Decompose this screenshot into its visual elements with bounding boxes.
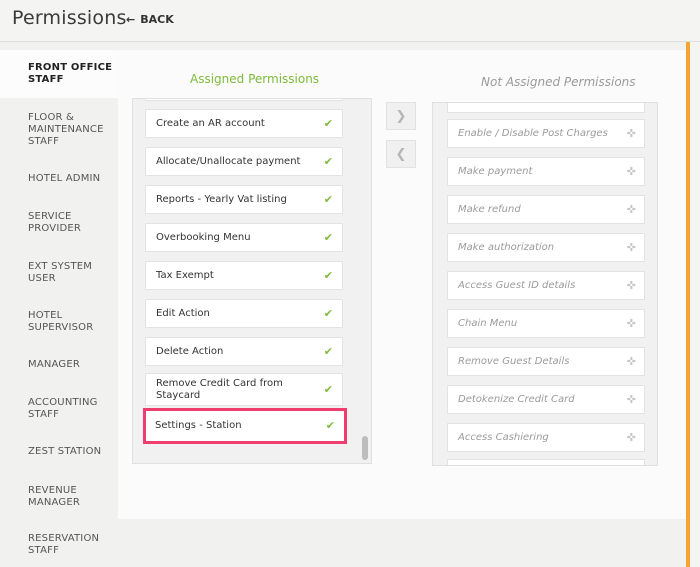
list-item[interactable]: Make refund ✜ [447,195,645,224]
sidebar-item-ext-system-user[interactable]: EXT SYSTEM USER [0,261,118,285]
permission-label: Create an AR account [156,117,265,129]
list-item[interactable]: Delete Action ✔ [145,337,343,366]
check-icon: ✔ [323,344,333,358]
sidebar-item-front-office-staff[interactable]: FRONT OFFICE STAFF [0,50,118,98]
list-item[interactable]: Enable / Disable Post Charges ✜ [447,119,645,148]
page-header: Permissions ← BACK [0,0,700,42]
list-item[interactable]: Tax Exempt ✔ [145,261,343,290]
page-scrollbar[interactable] [690,42,700,567]
sidebar-item-floor-maintenance-staff[interactable]: FLOOR & MAINTENANCE STAFF [0,112,118,148]
list-item-selected[interactable]: Settings - Station ✔ [143,408,347,444]
permission-label: Enable / Disable Post Charges [458,127,608,139]
not-assigned-permissions-title: Not Assigned Permissions [481,75,636,89]
permission-label: Make authorization [458,241,555,253]
list-item[interactable]: Make payment ✜ [447,157,645,186]
drag-handle-icon[interactable]: ✜ [627,317,636,330]
back-button[interactable]: ← BACK [126,13,174,26]
drag-handle-icon[interactable]: ✜ [627,241,636,254]
list-item[interactable]: Reports - Yearly Vat listing ✔ [145,185,343,214]
assigned-scrollbar[interactable] [362,436,368,460]
sidebar-item-hotel-admin[interactable]: HOTEL ADMIN [0,173,118,185]
list-item[interactable]: Detokenize Credit Card ✜ [447,385,645,414]
permission-label: Access Cashiering [458,431,549,443]
list-item[interactable]: Remove Guest Details ✜ [447,347,645,376]
check-icon: ✔ [323,116,333,130]
drag-handle-icon[interactable]: ✜ [627,203,636,216]
drag-handle-icon[interactable]: ✜ [627,279,636,292]
sidebar-item-manager[interactable]: MANAGER [0,359,118,371]
list-item[interactable]: Overbooking Menu ✔ [145,223,343,252]
permission-label: Make payment [458,165,533,177]
chevron-left-icon: ❮ [395,146,407,162]
list-item[interactable]: Chain Menu ✜ [447,309,645,338]
assigned-permissions-list[interactable]: Create an AR account ✔ Allocate/Unalloca… [132,98,372,464]
arrow-left-icon: ← [126,13,136,26]
list-item[interactable]: Allocate/Unallocate payment ✔ [145,147,343,176]
permission-label: Chain Menu [458,317,518,329]
list-item[interactable]: Create an AR account ✔ [145,109,343,138]
list-item[interactable]: Edit Action ✔ [145,299,343,328]
check-icon: ✔ [323,268,333,282]
list-item[interactable]: Remove Credit Card from Staycard ✔ [145,373,343,406]
permission-label: Tax Exempt [156,269,214,281]
chevron-right-icon: ❯ [395,108,407,124]
drag-handle-icon[interactable]: ✜ [627,393,636,406]
check-icon: ✔ [323,192,333,206]
drag-handle-icon[interactable]: ✜ [627,431,636,444]
back-label: BACK [140,13,174,26]
permission-label: Make refund [458,203,521,215]
list-item[interactable]: Access Cashiering ✜ [447,423,645,452]
drag-handle-icon[interactable]: ✜ [627,355,636,368]
assigned-permissions-title: Assigned Permissions [190,72,320,86]
check-icon: ✔ [323,154,333,168]
list-item[interactable]: Access Guest ID details ✜ [447,271,645,300]
check-icon: ✔ [325,419,335,432]
drag-handle-icon[interactable]: ✜ [627,165,636,178]
not-assigned-permissions-list[interactable]: Enable / Disable Post Charges ✜ Make pay… [432,102,658,466]
sidebar-item-hotel-supervisor[interactable]: HOTEL SUPERVISOR [0,310,118,334]
drag-handle-icon[interactable]: ✜ [627,127,636,140]
permission-label: Allocate/Unallocate payment [156,155,301,167]
list-item[interactable] [447,103,645,113]
permission-label: Remove Credit Card from Staycard [156,377,283,401]
permission-label: Access Guest ID details [458,279,576,291]
check-icon: ✔ [323,306,333,320]
check-icon: ✔ [323,230,333,244]
permission-label: Delete Action [156,345,224,357]
permission-label: Reports - Yearly Vat listing [156,193,287,205]
list-item[interactable]: Make authorization ✜ [447,233,645,262]
sidebar-item-zest-station[interactable]: ZEST STATION [0,446,118,458]
sidebar-item-accounting-staff[interactable]: ACCOUNTING STAFF [0,397,118,421]
page-title: Permissions [12,7,127,29]
permission-label: Detokenize Credit Card [458,393,575,405]
list-item[interactable] [145,99,343,101]
sidebar-item-reservation-staff[interactable]: RESERVATION STAFF [0,533,118,557]
permission-label: Settings - Station [155,420,242,431]
sidebar-item-revenue-manager[interactable]: REVENUE MANAGER [0,485,118,509]
unassign-permission-button[interactable]: ❮ [386,140,416,168]
permission-label: Overbooking Menu [156,231,251,243]
permission-label: Remove Guest Details [458,355,570,367]
check-icon: ✔ [323,382,333,396]
assign-permission-button[interactable]: ❯ [386,102,416,130]
permission-label: Edit Action [156,307,210,319]
sidebar-item-service-provider[interactable]: SERVICE PROVIDER [0,211,118,235]
role-sidebar: FRONT OFFICE STAFF FLOOR & MAINTENANCE S… [0,50,118,567]
list-item[interactable] [447,459,645,465]
